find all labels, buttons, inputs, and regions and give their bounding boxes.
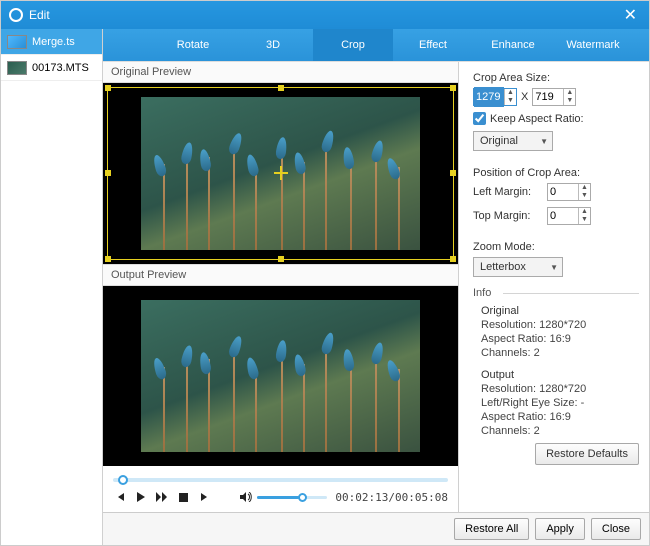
seek-slider[interactable] xyxy=(113,478,448,482)
settings-panel: Crop Area Size: ▲▼ X ▲▼ xyxy=(459,62,649,512)
info-output-aspect: 16:9 xyxy=(549,411,570,423)
tab-3d[interactable]: 3D xyxy=(233,29,313,61)
top-margin-label: Top Margin: xyxy=(473,210,543,222)
play-button[interactable] xyxy=(134,490,147,504)
chevron-down-icon: ▼ xyxy=(540,137,548,146)
close-button[interactable]: Close xyxy=(591,518,641,540)
window-title: Edit xyxy=(29,8,50,22)
footer: Restore All Apply Close xyxy=(103,512,649,545)
next-button[interactable] xyxy=(198,490,211,504)
output-preview xyxy=(103,286,458,467)
crop-handle[interactable] xyxy=(450,85,456,91)
tab-rotate[interactable]: Rotate xyxy=(153,29,233,61)
video-content xyxy=(141,330,420,452)
info-original-aspect: 16:9 xyxy=(549,333,570,345)
spin-down-icon[interactable]: ▼ xyxy=(504,97,516,105)
sidebar-item-label: 00173.MTS xyxy=(32,62,89,74)
spin-up-icon[interactable]: ▲ xyxy=(563,89,575,97)
position-label: Position of Crop Area: xyxy=(473,167,639,179)
left-margin-field[interactable] xyxy=(548,186,578,198)
info-output-resolution: 1280*720 xyxy=(539,383,586,395)
stop-button[interactable] xyxy=(177,490,190,504)
spin-down-icon[interactable]: ▼ xyxy=(563,97,575,105)
ff-button[interactable] xyxy=(156,490,169,504)
tab-watermark[interactable]: Watermark xyxy=(553,29,633,61)
seek-thumb[interactable] xyxy=(118,475,128,485)
spin-down-icon[interactable]: ▼ xyxy=(578,192,590,200)
keep-ratio-label: Keep Aspect Ratio: xyxy=(490,113,584,125)
chevron-down-icon: ▼ xyxy=(550,263,558,272)
zoom-select[interactable]: Letterbox ▼ xyxy=(473,257,563,277)
file-sidebar: Merge.ts 00173.MTS xyxy=(1,29,103,545)
crop-handle[interactable] xyxy=(278,85,284,91)
tab-effect[interactable]: Effect xyxy=(393,29,473,61)
info-original-label: Original xyxy=(481,305,639,317)
dim-separator: X xyxy=(521,91,528,103)
output-preview-label: Output Preview xyxy=(103,265,458,286)
file-thumb-icon xyxy=(7,61,27,75)
crop-width-field[interactable] xyxy=(474,87,504,107)
apply-button[interactable]: Apply xyxy=(535,518,585,540)
tab-enhance[interactable]: Enhance xyxy=(473,29,553,61)
sidebar-item-merge[interactable]: Merge.ts xyxy=(1,29,102,55)
info-output-label: Output xyxy=(481,369,639,381)
restore-all-button[interactable]: Restore All xyxy=(454,518,529,540)
crop-handle[interactable] xyxy=(105,170,111,176)
info-divider: Info xyxy=(473,287,639,299)
app-logo-icon xyxy=(9,8,23,22)
crop-handle[interactable] xyxy=(105,85,111,91)
zoom-select-value: Letterbox xyxy=(480,261,526,273)
spin-down-icon[interactable]: ▼ xyxy=(578,216,590,224)
titlebar: Edit ✕ xyxy=(1,1,649,29)
edit-window: Edit ✕ Merge.ts 00173.MTS Rotate 3D Crop… xyxy=(0,0,650,546)
crop-handle[interactable] xyxy=(278,256,284,262)
volume-thumb[interactable] xyxy=(298,493,307,502)
video-frame xyxy=(141,300,420,453)
video-content xyxy=(141,128,420,250)
info-heading: Info xyxy=(473,287,497,299)
crop-area-label: Crop Area Size: xyxy=(473,72,639,84)
prev-button[interactable] xyxy=(113,490,126,504)
volume-icon[interactable] xyxy=(239,490,253,504)
tabs: Rotate 3D Crop Effect Enhance Watermark xyxy=(103,29,649,61)
playback-time: 00:02:13/00:05:08 xyxy=(335,491,448,504)
restore-defaults-button[interactable]: Restore Defaults xyxy=(535,443,639,465)
info-output-channels: 2 xyxy=(534,425,540,437)
playback-controls: 00:02:13/00:05:08 xyxy=(103,466,458,512)
video-frame xyxy=(141,97,420,250)
info-original-resolution: 1280*720 xyxy=(539,319,586,331)
original-preview-label: Original Preview xyxy=(103,62,458,83)
file-thumb-icon xyxy=(7,35,27,49)
volume-slider[interactable] xyxy=(257,496,327,499)
info-output-eye: - xyxy=(581,397,585,409)
crop-handle[interactable] xyxy=(450,256,456,262)
keep-ratio-checkbox[interactable] xyxy=(473,112,486,125)
left-margin-label: Left Margin: xyxy=(473,186,543,198)
crop-width-input[interactable]: ▲▼ xyxy=(473,88,517,106)
left-margin-input[interactable]: ▲▼ xyxy=(547,183,591,201)
spin-up-icon[interactable]: ▲ xyxy=(578,208,590,216)
crop-handle[interactable] xyxy=(105,256,111,262)
crop-height-field[interactable] xyxy=(533,91,563,103)
sidebar-item-00173[interactable]: 00173.MTS xyxy=(1,55,102,81)
preview-column: Original Preview xyxy=(103,62,459,512)
crop-height-input[interactable]: ▲▼ xyxy=(532,88,576,106)
top-margin-field[interactable] xyxy=(548,210,578,222)
sidebar-item-label: Merge.ts xyxy=(32,36,75,48)
zoom-label: Zoom Mode: xyxy=(473,241,639,253)
spin-up-icon[interactable]: ▲ xyxy=(504,89,516,97)
close-icon[interactable]: ✕ xyxy=(620,5,641,25)
tab-crop[interactable]: Crop xyxy=(313,29,393,61)
aspect-select[interactable]: Original ▼ xyxy=(473,131,553,151)
top-margin-input[interactable]: ▲▼ xyxy=(547,207,591,225)
spin-up-icon[interactable]: ▲ xyxy=(578,184,590,192)
crop-handle[interactable] xyxy=(450,170,456,176)
info-original-channels: 2 xyxy=(534,347,540,359)
aspect-select-value: Original xyxy=(480,135,518,147)
original-preview[interactable] xyxy=(103,83,458,264)
